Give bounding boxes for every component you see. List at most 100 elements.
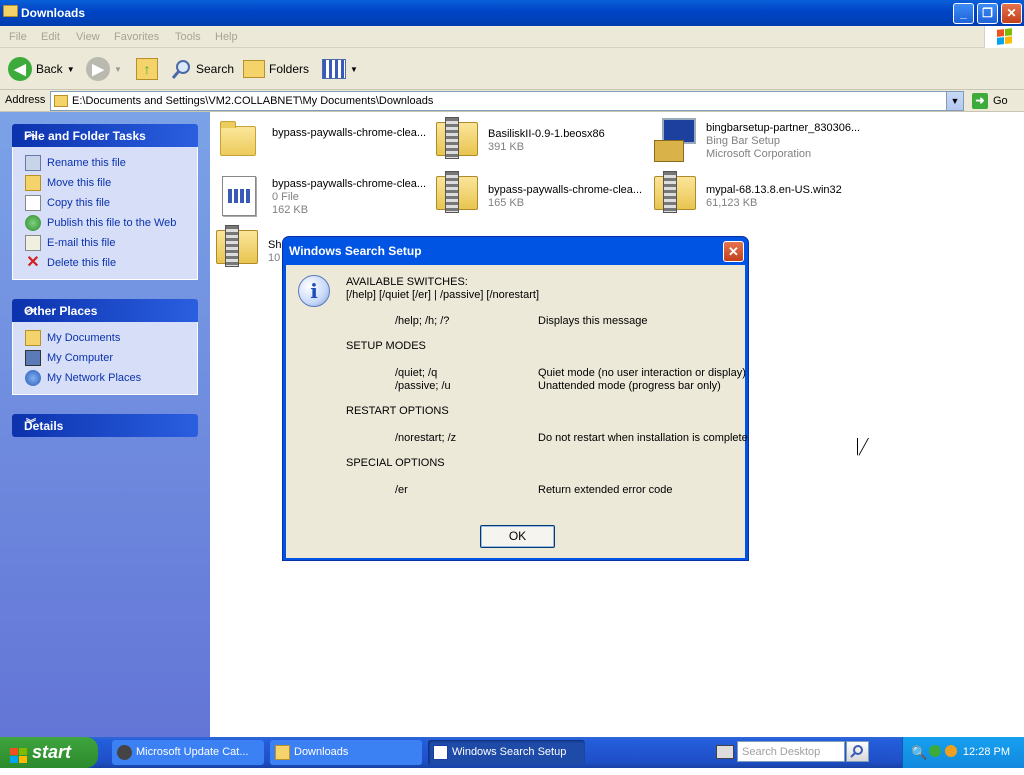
back-button[interactable]: ◀ Back ▼	[8, 56, 75, 82]
expand-icon[interactable]: ︾	[24, 418, 38, 432]
my-computer-link[interactable]: My Computer	[13, 348, 197, 368]
menu-help[interactable]: Help	[215, 31, 238, 43]
ok-button[interactable]: OK	[480, 525, 555, 548]
back-label: Back	[36, 62, 63, 76]
taskbar-item-windows-search-setup[interactable]: Windows Search Setup	[428, 740, 585, 765]
setup-icon	[654, 118, 698, 164]
info-icon: i	[298, 275, 330, 307]
up-folder-button[interactable]: ↑	[136, 56, 158, 82]
link-label: Copy this file	[47, 197, 110, 209]
details-header[interactable]: Details ︾	[12, 414, 198, 437]
close-button[interactable]: ✕	[1001, 3, 1022, 24]
file-item[interactable]: bypass-paywalls-chrome-clea... 0 File 162 …	[216, 172, 426, 220]
title-bar: Downloads _ ❐ ✕	[0, 0, 1024, 26]
search-button[interactable]: Search	[170, 56, 234, 82]
back-arrow-icon: ◀	[8, 57, 32, 81]
forward-arrow-icon: ▶	[86, 57, 110, 81]
search-icon	[170, 58, 192, 80]
chevron-down-icon: ▼	[350, 64, 358, 74]
taskbar-item-downloads[interactable]: Downloads	[270, 740, 422, 765]
restart-options-heading: RESTART OPTIONS	[346, 405, 449, 417]
setup-modes-heading: SETUP MODES	[346, 340, 426, 352]
views-button[interactable]: ▼	[322, 56, 358, 82]
dialog-close-button[interactable]: ✕	[723, 241, 744, 262]
computer-icon	[25, 350, 41, 366]
rename-icon	[25, 155, 41, 171]
menu-favorites[interactable]: Favorites	[114, 31, 159, 43]
keyboard-icon[interactable]	[716, 745, 734, 759]
file-name: bypass-paywalls-chrome-clea...	[272, 127, 427, 139]
windows-logo	[984, 26, 1024, 48]
collapse-icon[interactable]: ︽	[24, 128, 38, 142]
search-desktop-input[interactable]: Search Desktop	[737, 741, 845, 762]
restore-button[interactable]: ❐	[977, 3, 998, 24]
search-desktop-button[interactable]	[846, 741, 869, 762]
start-button[interactable]: start	[0, 737, 98, 768]
move-file-link[interactable]: Move this file	[13, 173, 197, 193]
toolbar: ◀ Back ▼ ▶ ▼ ↑ Search Folders ▼	[0, 48, 1024, 90]
link-label: My Computer	[47, 352, 114, 364]
passive-description: Unattended mode (progress bar only)	[538, 380, 721, 392]
go-arrow-icon[interactable]: ➜	[972, 93, 988, 109]
other-places-header[interactable]: Other Places ︽	[12, 299, 198, 322]
folder-icon	[275, 745, 290, 760]
file-item[interactable]: Sh 10	[212, 225, 282, 274]
zip-folder-icon	[436, 117, 478, 159]
menu-edit[interactable]: Edit	[41, 31, 60, 43]
quiet-switch: /quiet; /q	[395, 367, 438, 379]
available-switches-heading: AVAILABLE SWITCHES:	[346, 276, 468, 288]
address-field[interactable]: E:\Documents and Settings\VM2.COLLABNET\…	[50, 91, 964, 111]
task-pane: File and Folder Tasks ︽ Rename this file…	[0, 112, 210, 737]
forward-button[interactable]: ▶ ▼	[86, 56, 122, 82]
file-item[interactable]: mypal-68.13.8.en-US.win32 61,123 KB	[650, 171, 842, 220]
file-item[interactable]: bypass-paywalls-chrome-clea...	[216, 118, 426, 166]
globe-icon	[25, 215, 41, 231]
file-folder-tasks-header[interactable]: File and Folder Tasks ︽	[12, 124, 198, 147]
file-description: Bing Bar Setup	[706, 135, 780, 147]
link-label: E-mail this file	[47, 237, 116, 249]
folder-icon	[3, 5, 18, 17]
file-item[interactable]: BasiliskII-0.9-1.beosx86 391 KB	[432, 117, 605, 166]
taskbar-item-update-catalog[interactable]: Microsoft Update Cat...	[112, 740, 264, 765]
menu-view[interactable]: View	[76, 31, 100, 43]
zip-folder-icon	[216, 225, 258, 267]
publish-web-link[interactable]: Publish this file to the Web	[13, 213, 197, 233]
norestart-switch: /norestart; /z	[395, 432, 457, 444]
switch-syntax: [/help] [/quiet [/er] | /passive] [/nore…	[346, 289, 540, 301]
collapse-icon[interactable]: ︽	[24, 303, 38, 317]
er-description: Return extended error code	[538, 484, 673, 496]
help-switch: /help; /h; /?	[395, 315, 450, 327]
search-tray-icon[interactable]: 🔍	[911, 745, 927, 761]
views-icon	[322, 59, 346, 79]
task-label: Downloads	[294, 746, 349, 758]
go-button[interactable]: Go	[993, 95, 1008, 107]
link-label: My Documents	[47, 332, 121, 344]
file-name: Sh	[268, 239, 282, 251]
zip-folder-icon	[436, 171, 478, 213]
file-name: mypal-68.13.8.en-US.win32	[706, 184, 842, 196]
windows-flag-icon	[10, 744, 28, 763]
folders-button[interactable]: Folders	[243, 56, 309, 82]
file-size: 61,123 KB	[706, 197, 758, 209]
passive-switch: /passive; /u	[395, 380, 451, 392]
delete-file-link[interactable]: ✕ Delete this file	[13, 253, 197, 273]
my-documents-link[interactable]: My Documents	[13, 328, 197, 348]
menu-tools[interactable]: Tools	[175, 31, 201, 43]
start-label: start	[32, 742, 72, 762]
menu-file[interactable]: File	[9, 31, 27, 43]
network-tray-icon[interactable]	[929, 745, 941, 757]
file-name: bypass-paywalls-chrome-clea...	[488, 184, 643, 196]
clock[interactable]: 12:28 PM	[963, 746, 1010, 758]
file-item[interactable]: bypass-paywalls-chrome-clea... 165 KB	[432, 171, 643, 220]
file-type: 0 File	[272, 191, 299, 203]
address-dropdown-button[interactable]: ▼	[946, 92, 963, 110]
my-network-places-link[interactable]: My Network Places	[13, 368, 197, 388]
file-item[interactable]: bingbarsetup-partner_830306... Bing Bar S…	[650, 116, 860, 164]
folders-label: Folders	[269, 62, 310, 76]
rename-file-link[interactable]: Rename this file	[13, 153, 197, 173]
email-file-link[interactable]: E-mail this file	[13, 233, 197, 253]
minimize-button[interactable]: _	[953, 3, 974, 24]
security-tray-icon[interactable]	[945, 745, 957, 757]
up-folder-icon: ↑	[136, 58, 158, 80]
copy-file-link[interactable]: Copy this file	[13, 193, 197, 213]
